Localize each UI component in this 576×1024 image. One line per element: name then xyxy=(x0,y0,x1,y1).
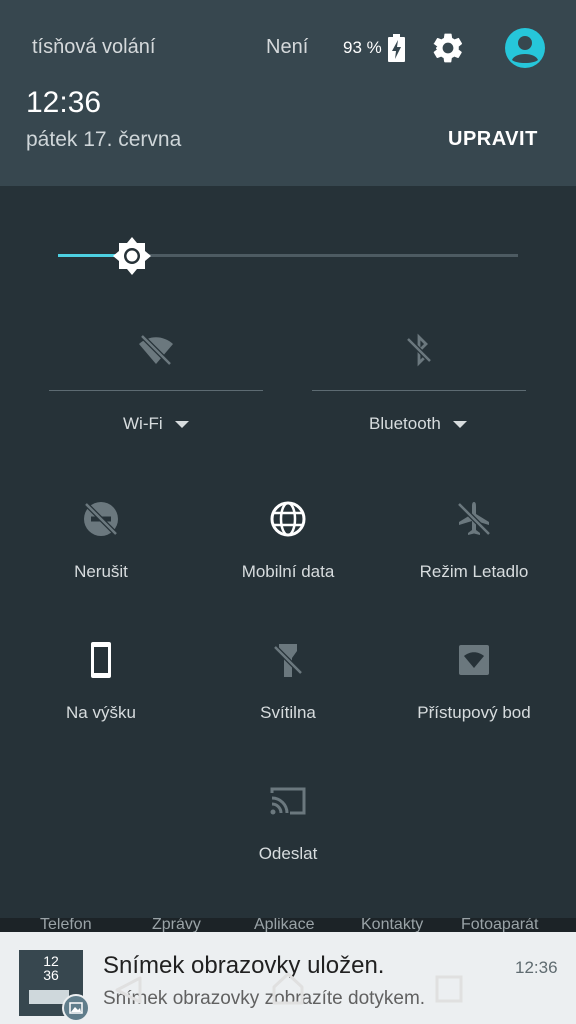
battery-charging-icon xyxy=(388,34,405,62)
battery-percent: 93 % xyxy=(343,38,382,57)
tile-label-do-not-disturb[interactable]: Nerušit xyxy=(6,562,196,582)
gear-icon[interactable] xyxy=(430,30,466,66)
globe-icon[interactable] xyxy=(268,499,308,539)
do-not-disturb-off-icon[interactable] xyxy=(81,499,121,539)
wifi-underline xyxy=(49,390,263,391)
emergency-calls-label: tísňová volání xyxy=(32,36,156,58)
wifi-label[interactable]: Wi-Fi xyxy=(123,414,189,434)
bluetooth-label[interactable]: Bluetooth xyxy=(369,414,467,434)
chevron-down-icon xyxy=(452,421,467,429)
bluetooth-underline xyxy=(312,390,526,391)
edit-button[interactable]: UPRAVIT xyxy=(448,128,538,151)
date-label[interactable]: pátek 17. června xyxy=(26,128,181,152)
home-icon[interactable] xyxy=(270,970,306,1006)
notification-title: Snímek obrazovky uložen. xyxy=(103,952,385,979)
tile-label-hotspot[interactable]: Přístupový bod xyxy=(379,703,569,723)
clock-time: 12:36 xyxy=(26,86,102,119)
wifi-off-icon[interactable] xyxy=(136,330,176,370)
notification-text: Snímek obrazovky zobrazíte dotykem. xyxy=(103,988,426,1009)
bluetooth-off-icon[interactable] xyxy=(399,330,439,370)
notification-time: 12:36 xyxy=(515,958,558,977)
user-avatar-icon[interactable] xyxy=(505,28,545,68)
tile-label-mobile-data[interactable]: Mobilní data xyxy=(193,562,383,582)
airplane-off-icon[interactable] xyxy=(454,499,494,539)
chevron-down-icon xyxy=(174,421,189,429)
portrait-phone-icon[interactable] xyxy=(81,640,121,680)
hotspot-icon[interactable] xyxy=(454,640,494,680)
tile-label-portrait[interactable]: Na výšku xyxy=(6,703,196,723)
image-icon xyxy=(62,994,90,1022)
thumbnail-time: 12 36 xyxy=(43,953,59,983)
cast-icon[interactable] xyxy=(268,781,308,821)
carrier-label: Není xyxy=(266,36,309,58)
tile-label-cast[interactable]: Odeslat xyxy=(193,844,383,864)
quick-settings-header: tísňová volání Není 93 % 12:36 pátek 17.… xyxy=(0,0,576,186)
recents-icon[interactable] xyxy=(434,974,464,1004)
back-icon[interactable] xyxy=(113,974,145,1006)
tile-label-flashlight[interactable]: Svítilna xyxy=(193,703,383,723)
flashlight-off-icon[interactable] xyxy=(268,640,308,680)
tile-label-airplane-mode[interactable]: Režim Letadlo xyxy=(379,562,569,582)
brightness-icon[interactable] xyxy=(112,236,152,276)
